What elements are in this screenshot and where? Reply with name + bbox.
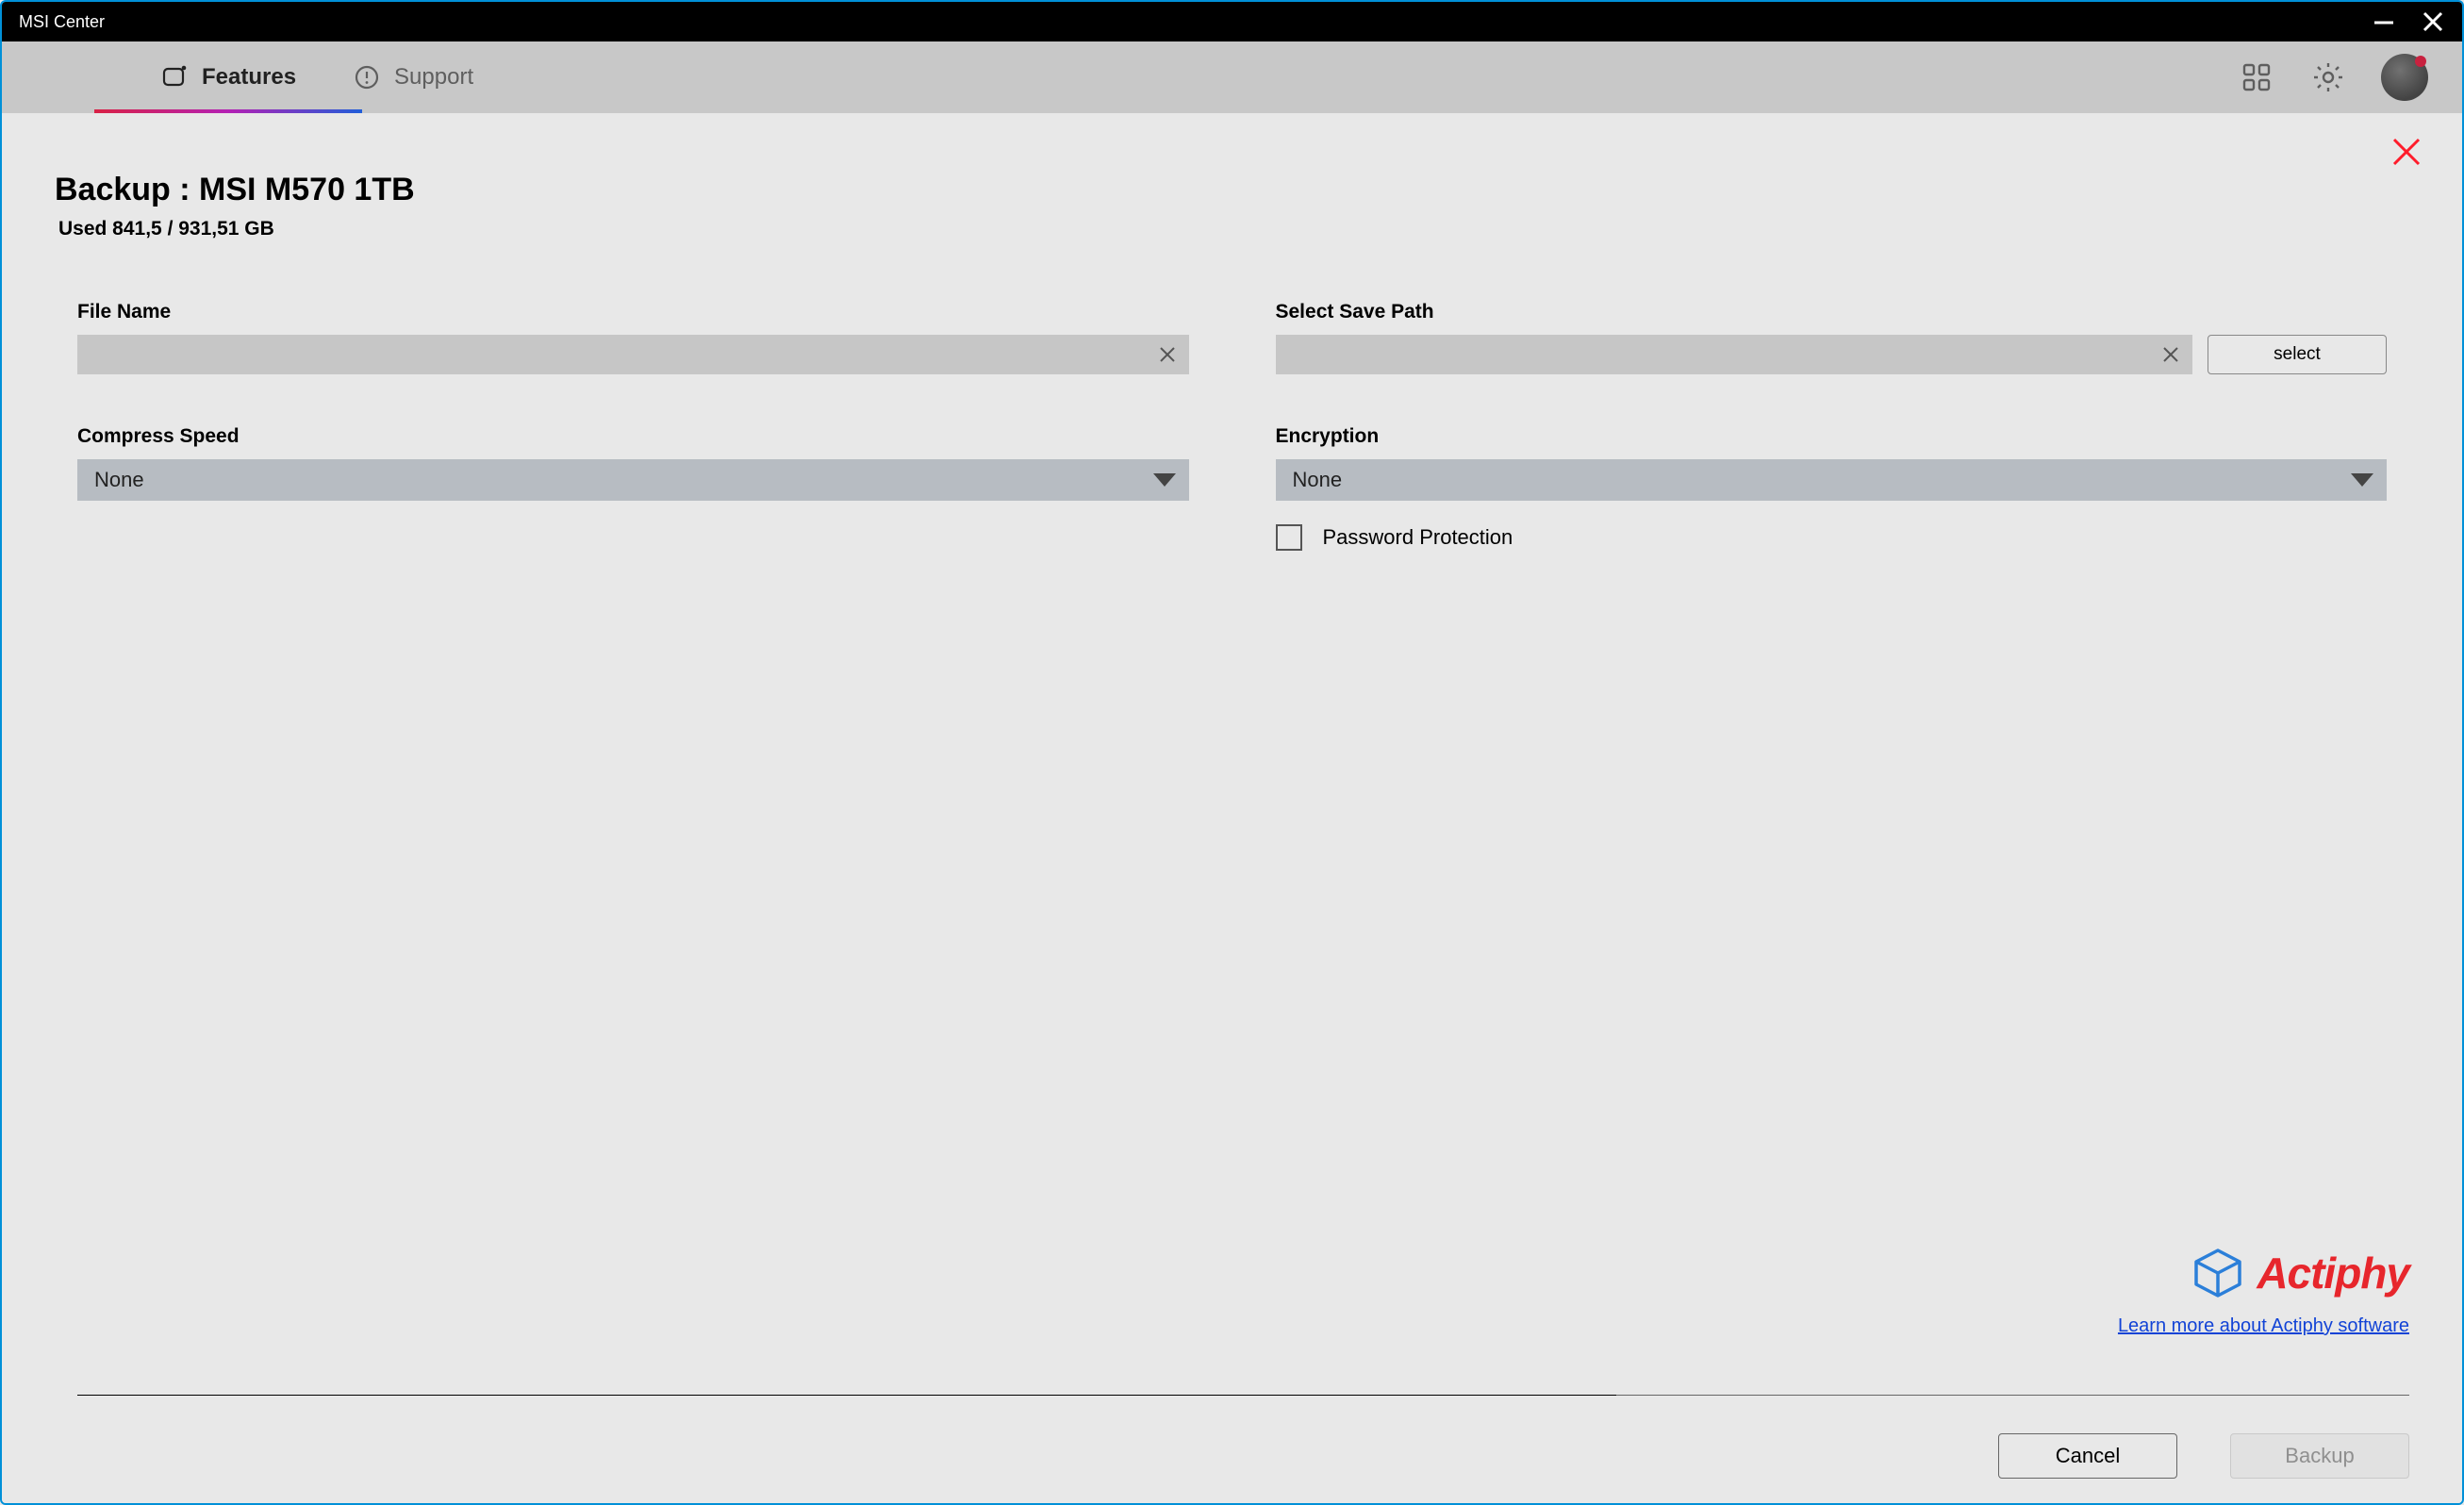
backup-page: Backup : MSI M570 1TB Used 841,5 / 931,5… — [2, 113, 2462, 1503]
encryption-label: Encryption — [1276, 425, 2388, 448]
divider — [77, 1395, 2409, 1396]
alert-icon — [353, 63, 381, 91]
app-window: MSI Center Features — [0, 0, 2464, 1505]
apps-grid-icon[interactable] — [2238, 58, 2275, 96]
file-name-input[interactable] — [77, 335, 1189, 374]
backup-form: File Name Select Save Path — [55, 301, 2409, 552]
minimize-button[interactable] — [2368, 6, 2400, 38]
tabs: Features Support — [28, 41, 473, 113]
app-header: Features Support — [2, 41, 2462, 113]
avatar[interactable] — [2381, 54, 2428, 101]
screen-icon — [160, 63, 189, 91]
select-path-button[interactable]: select — [2208, 335, 2387, 374]
actiphy-logo: Actiphy — [2118, 1246, 2409, 1300]
password-protection-checkbox[interactable] — [1276, 524, 1302, 551]
clear-file-name-button[interactable] — [1153, 335, 1182, 374]
footer: Cancel Backup — [77, 1395, 2409, 1479]
password-protection-label: Password Protection — [1323, 525, 1513, 550]
actiphy-cube-icon — [2191, 1246, 2245, 1300]
file-name-label: File Name — [77, 301, 1189, 323]
tab-label: Support — [394, 64, 473, 91]
tab-features[interactable]: Features — [160, 41, 296, 113]
compress-speed-field: Compress Speed None — [77, 425, 1189, 501]
header-right — [2238, 54, 2436, 101]
file-name-input-wrap — [77, 335, 1189, 374]
clear-save-path-button[interactable] — [2157, 335, 2185, 374]
action-buttons: Cancel Backup — [77, 1433, 2409, 1479]
tab-label: Features — [202, 64, 296, 91]
cancel-button[interactable]: Cancel — [1998, 1433, 2177, 1479]
encryption-dropdown[interactable]: None — [1276, 459, 2388, 501]
chevron-down-icon — [1153, 459, 1176, 501]
window-controls — [2368, 6, 2449, 38]
chevron-down-icon — [2351, 459, 2373, 501]
save-path-field: Select Save Path select — [1276, 301, 2388, 374]
save-path-input[interactable] — [1276, 335, 2193, 374]
encryption-field: Encryption None — [1276, 425, 2388, 501]
compress-speed-dropdown[interactable]: None — [77, 459, 1189, 501]
tab-support[interactable]: Support — [353, 41, 473, 113]
actiphy-wordmark: Actiphy — [2257, 1248, 2409, 1298]
password-protection-field: Password Protection — [1276, 523, 2388, 552]
compress-speed-value: None — [94, 468, 144, 492]
page-subtitle: Used 841,5 / 931,51 GB — [55, 218, 2409, 240]
gear-icon[interactable] — [2309, 58, 2347, 96]
page-title: Backup : MSI M570 1TB — [55, 172, 2409, 208]
compress-speed-label: Compress Speed — [77, 425, 1189, 448]
save-path-label: Select Save Path — [1276, 301, 2388, 323]
close-page-button[interactable] — [2389, 134, 2424, 174]
titlebar: MSI Center — [2, 2, 2462, 41]
window-title: MSI Center — [19, 12, 2368, 32]
brand-block: Actiphy Learn more about Actiphy softwar… — [2118, 1246, 2409, 1337]
encryption-value: None — [1293, 468, 1343, 492]
save-path-input-wrap — [1276, 335, 2193, 374]
actiphy-learn-more-link[interactable]: Learn more about Actiphy software — [2118, 1315, 2409, 1337]
backup-button[interactable]: Backup — [2230, 1433, 2409, 1479]
close-window-button[interactable] — [2417, 6, 2449, 38]
notification-dot-icon — [2415, 56, 2426, 67]
file-name-field: File Name — [77, 301, 1189, 374]
